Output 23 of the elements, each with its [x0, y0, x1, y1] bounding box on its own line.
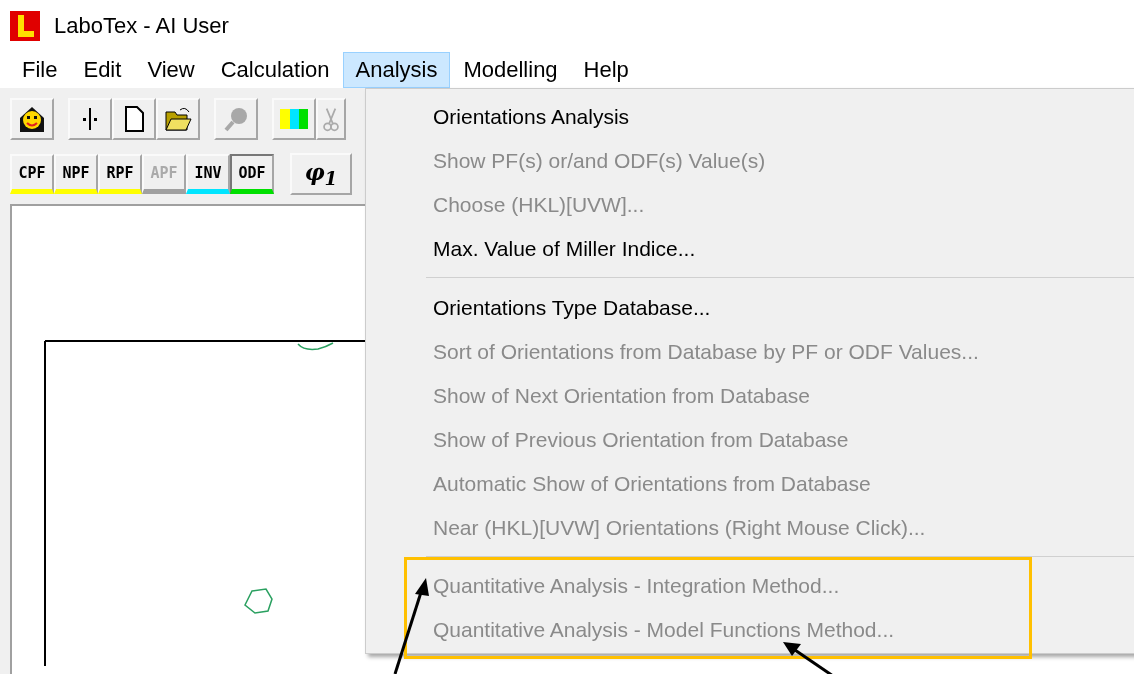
app-logo-icon [10, 11, 40, 41]
window-title: LaboTex - AI User [54, 13, 229, 39]
figure-type-button[interactable]: INV [186, 154, 230, 194]
figure-type-button[interactable]: NPF [54, 154, 98, 194]
menu-item[interactable]: Calculation [207, 52, 343, 88]
split-icon[interactable] [68, 98, 112, 140]
menu-item[interactable]: Max. Value of Miller Indice... [366, 227, 1134, 271]
menu-item[interactable]: Analysis [342, 52, 451, 88]
face-icon[interactable] [10, 98, 54, 140]
folder-icon[interactable] [156, 98, 200, 140]
menu-item[interactable]: Orientations Analysis [366, 95, 1134, 139]
menu-item[interactable]: Help [570, 52, 642, 88]
menu-item[interactable]: Orientations Type Database... [366, 286, 1134, 330]
menu-item[interactable]: Edit [70, 52, 135, 88]
figure-type-button[interactable]: RPF [98, 154, 142, 194]
menu-item[interactable]: View [134, 52, 208, 88]
figure-type-button[interactable]: CPF [10, 154, 54, 194]
menu-item[interactable]: File [9, 52, 71, 88]
angle-button[interactable]: φ$_{1}$ [290, 153, 352, 195]
figure-type-button[interactable]: ODF [230, 154, 274, 194]
menu-item[interactable]: Modelling [450, 52, 571, 88]
color-scale-icon[interactable] [272, 98, 316, 140]
document-icon[interactable] [112, 98, 156, 140]
